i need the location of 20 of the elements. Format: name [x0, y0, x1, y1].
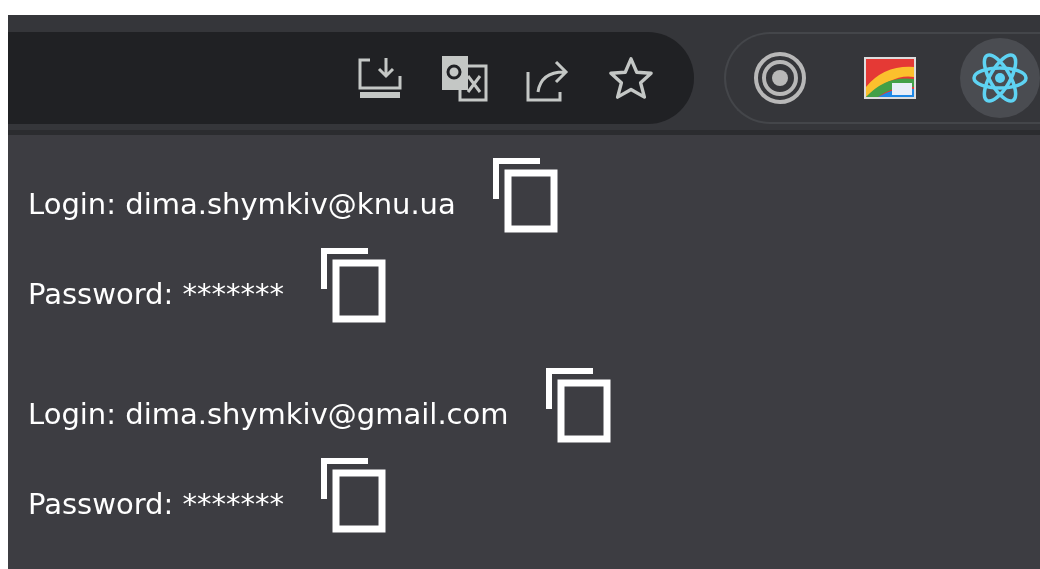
toolbar-button[interactable]: [440, 53, 488, 102]
address-bar[interactable]: [8, 31, 694, 124]
password-text: Password: *******: [28, 277, 284, 311]
translate-icon: [440, 53, 488, 102]
toolbar-button[interactable]: [608, 54, 654, 101]
login-text: Login: dima.shymkiv@knu.ua: [28, 187, 456, 221]
rainbow-icon: [864, 56, 916, 99]
copy-button[interactable]: [491, 157, 558, 233]
target-icon: [753, 50, 807, 105]
copy-icon: [491, 157, 558, 233]
login-text: Login: dima.shymkiv@gmail.com: [28, 397, 509, 431]
star-icon: [608, 54, 654, 101]
copy-button[interactable]: [319, 457, 386, 533]
atom-icon: [971, 51, 1029, 104]
password-text: Password: *******: [28, 487, 284, 521]
copy-icon: [319, 247, 386, 323]
copy-icon: [319, 457, 386, 533]
copy-icon: [544, 367, 611, 443]
copy-button[interactable]: [319, 247, 386, 323]
copy-button[interactable]: [544, 367, 611, 443]
